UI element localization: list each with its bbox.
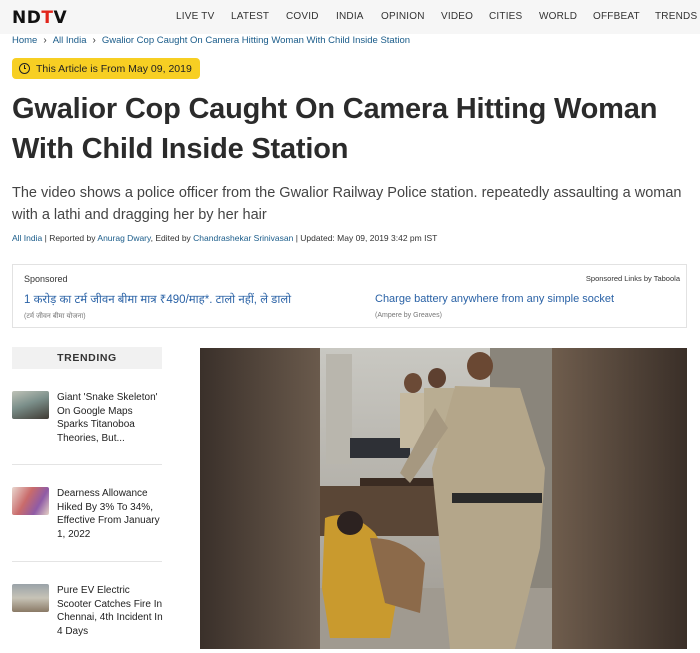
nav-world[interactable]: WORLD bbox=[539, 11, 577, 22]
nav-trends[interactable]: TRENDS bbox=[655, 11, 697, 22]
breadcrumb-home[interactable]: Home bbox=[12, 35, 37, 46]
chevron-right-icon: › bbox=[43, 35, 47, 46]
sponsored-source-2: (Ampere by Greaves) bbox=[375, 312, 442, 319]
trending-divider bbox=[12, 464, 162, 465]
sponsored-source-1: (टर्म जीवन बीमा योजना) bbox=[24, 313, 86, 320]
byline-reporter-link[interactable]: Anurag Dwary bbox=[97, 233, 150, 243]
headline-line-1: Gwalior Cop Caught On Camera Hitting Wom… bbox=[12, 93, 658, 125]
sponsored-link-1[interactable]: 1 करोड़ का टर्म जीवन बीमा मात्र ₹490/माह… bbox=[24, 292, 291, 307]
nav-offbeat[interactable]: OFFBEAT bbox=[593, 11, 640, 22]
byline-updated: | Updated: May 09, 2019 3:42 pm IST bbox=[295, 233, 438, 243]
byline-edited-label: , Edited by bbox=[150, 233, 194, 243]
nav-latest[interactable]: LATEST bbox=[231, 11, 269, 22]
article-byline: All India | Reported by Anurag Dwary, Ed… bbox=[12, 233, 437, 243]
breadcrumb-section[interactable]: All India bbox=[53, 35, 87, 46]
article-summary: The video shows a police officer from th… bbox=[12, 185, 682, 223]
trending-thumbnail[interactable] bbox=[12, 391, 49, 419]
nav-india[interactable]: INDIA bbox=[336, 11, 364, 22]
trending-title[interactable]: Pure EV Electric Scooter Catches Fire In… bbox=[57, 584, 165, 638]
nav-cities[interactable]: CITIES bbox=[489, 11, 522, 22]
clock-icon bbox=[19, 63, 30, 74]
byline-reported-label: | Reported by bbox=[44, 233, 98, 243]
sponsored-links-box: Sponsored Sponsored Links by Taboola 1 क… bbox=[12, 264, 687, 328]
top-nav-bar: NDTV LIVE TV LATEST COVID INDIA OPINION … bbox=[0, 0, 700, 34]
nav-opinion[interactable]: OPINION bbox=[381, 11, 425, 22]
nav-covid[interactable]: COVID bbox=[286, 11, 319, 22]
logo-text-left: ND bbox=[12, 8, 42, 28]
byline-editor-link[interactable]: Chandrashekar Srinivasan bbox=[193, 233, 293, 243]
trending-divider bbox=[12, 561, 162, 562]
trending-title[interactable]: Giant 'Snake Skeleton' On Google Maps Sp… bbox=[57, 391, 165, 445]
trending-thumbnail[interactable] bbox=[12, 487, 49, 515]
byline-section-link[interactable]: All India bbox=[12, 233, 42, 243]
trending-thumbnail[interactable] bbox=[12, 584, 49, 612]
nav-live-tv[interactable]: LIVE TV bbox=[176, 11, 214, 22]
breadcrumb: Home › All India › Gwalior Cop Caught On… bbox=[12, 35, 410, 46]
sponsored-label: Sponsored bbox=[24, 274, 68, 284]
nav-video[interactable]: VIDEO bbox=[441, 11, 473, 22]
archive-date-badge: This Article is From May 09, 2019 bbox=[12, 58, 200, 79]
taboola-attribution[interactable]: Sponsored Links by Taboola bbox=[586, 274, 680, 283]
article-hero-image[interactable] bbox=[200, 348, 687, 649]
article-headline: Gwalior Cop Caught On Camera Hitting Wom… bbox=[12, 89, 692, 169]
headline-line-2: With Child Inside Station bbox=[12, 133, 349, 165]
logo-text-accent: T bbox=[41, 8, 54, 28]
trending-title[interactable]: Dearness Allowance Hiked By 3% To 34%, E… bbox=[57, 487, 165, 541]
logo-text-right: V bbox=[53, 8, 68, 28]
sponsored-link-2[interactable]: Charge battery anywhere from any simple … bbox=[375, 293, 614, 305]
breadcrumb-current[interactable]: Gwalior Cop Caught On Camera Hitting Wom… bbox=[102, 35, 410, 46]
hero-image-illustration bbox=[200, 348, 687, 649]
chevron-right-icon: › bbox=[92, 35, 96, 46]
archive-date-text: This Article is From May 09, 2019 bbox=[36, 62, 192, 75]
ndtv-logo[interactable]: NDTV bbox=[12, 8, 67, 28]
trending-heading: TRENDING bbox=[12, 347, 162, 369]
